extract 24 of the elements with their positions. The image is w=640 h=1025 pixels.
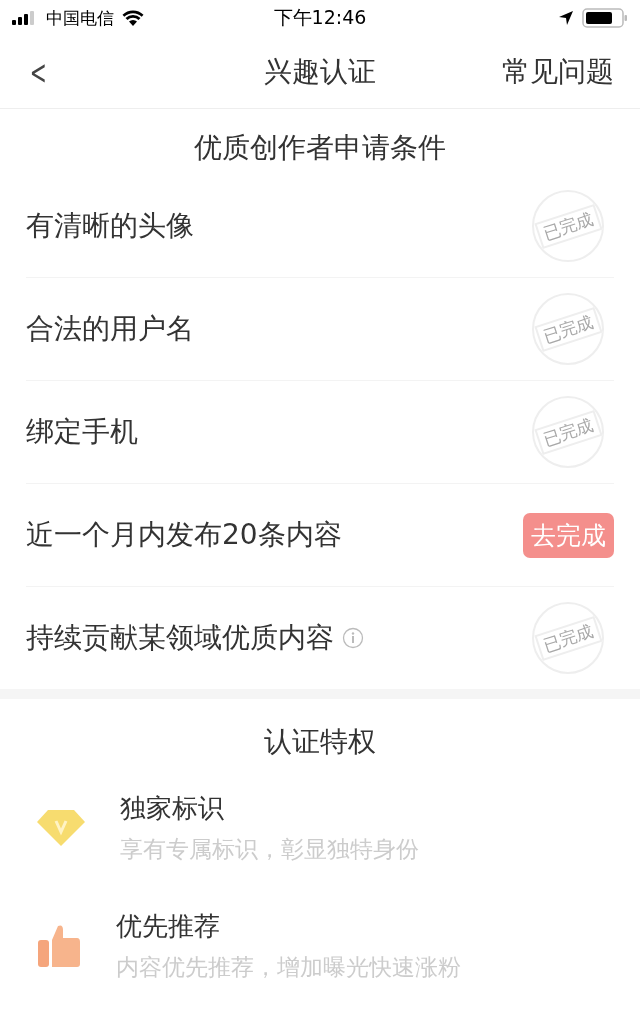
condition-label: 持续贡献某领域优质内容: [26, 620, 334, 656]
carrier-name: 中国电信: [46, 6, 114, 30]
section-title: 优质创作者申请条件: [193, 130, 447, 166]
info-icon[interactable]: [342, 627, 364, 649]
status-time: 下午12:46: [273, 5, 367, 30]
condition-label: 近一个月内发布20条内容: [26, 517, 342, 553]
completed-stamp: 已完成: [532, 190, 604, 262]
completed-stamp: 已完成: [532, 396, 604, 468]
battery-icon: [582, 8, 628, 28]
page-title: 兴趣认证: [264, 54, 376, 90]
section-title: 认证特权: [263, 724, 377, 760]
condition-label: 有清晰的头像: [26, 208, 194, 244]
privilege-name: 优先推荐: [116, 910, 221, 943]
thumbs-up-icon: [36, 924, 82, 968]
diamond-icon: [36, 808, 86, 848]
location-icon: [558, 10, 574, 26]
completed-stamp: 已完成: [532, 293, 604, 365]
privilege-name: 独家标识: [120, 792, 225, 825]
faq-link[interactable]: 常见问题: [502, 53, 614, 91]
wifi-icon: [122, 10, 144, 26]
condition-label: 合法的用户名: [26, 311, 194, 347]
completed-stamp: 已完成: [532, 602, 604, 674]
back-button[interactable]: <: [29, 52, 47, 92]
condition-label: 绑定手机: [26, 414, 138, 450]
